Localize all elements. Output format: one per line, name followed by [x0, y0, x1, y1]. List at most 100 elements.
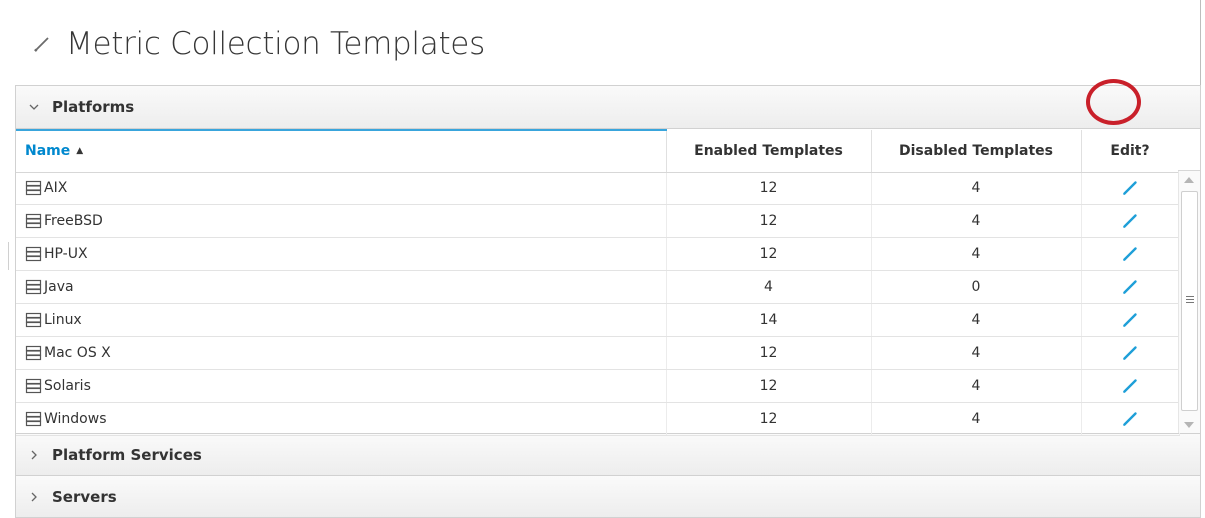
- platform-name[interactable]: Solaris: [44, 378, 91, 394]
- name-cell: AIX: [16, 172, 667, 206]
- left-edge-divider: [8, 242, 9, 270]
- disabled-templates-cell: 4: [871, 237, 1082, 272]
- accordion-panel: Platforms Name ▲ Enabled Templates Disab…: [15, 85, 1201, 518]
- platform-name[interactable]: FreeBSD: [44, 213, 103, 229]
- edit-cell: [1081, 270, 1180, 305]
- scrollbar-thumb[interactable]: [1181, 191, 1198, 411]
- table-header-row: Name ▲ Enabled Templates Disabled Templat…: [16, 129, 1180, 173]
- table-row[interactable]: Linux 14 4: [16, 303, 1180, 337]
- disabled-templates-cell: 4: [871, 172, 1082, 206]
- section-header-platforms[interactable]: Platforms: [16, 86, 1200, 129]
- name-wrap: Linux: [25, 312, 666, 328]
- name-wrap: Java: [25, 279, 666, 295]
- table-row[interactable]: HP-UX 12 4: [16, 237, 1180, 272]
- grip-icon: [1186, 296, 1194, 303]
- enabled-templates-cell: 12: [666, 402, 872, 436]
- server-icon: [25, 280, 42, 295]
- server-icon: [25, 345, 42, 360]
- server-icon: [25, 411, 42, 426]
- name-wrap: Solaris: [25, 378, 666, 394]
- server-icon: [25, 247, 42, 262]
- column-header-enabled[interactable]: Enabled Templates: [666, 130, 872, 173]
- page-header: Metric Collection Templates: [32, 20, 485, 68]
- name-cell: Solaris: [16, 369, 667, 403]
- platform-name[interactable]: HP-UX: [44, 246, 88, 262]
- column-header-name-label: Name: [25, 143, 71, 160]
- name-cell: Java: [16, 270, 667, 305]
- scroll-up-arrow-icon[interactable]: [1184, 177, 1194, 183]
- sort-ascending-icon: ▲: [76, 146, 84, 157]
- edit-cell: [1081, 204, 1180, 239]
- platforms-grid: Name ▲ Enabled Templates Disabled Templat…: [16, 129, 1200, 436]
- page: Metric Collection Templates Platforms Na…: [0, 0, 1205, 518]
- table-row[interactable]: Mac OS X 12 4: [16, 336, 1180, 370]
- table-row[interactable]: Solaris 12 4: [16, 369, 1180, 403]
- scrollbar-header-corner: [1178, 129, 1200, 171]
- name-wrap: AIX: [25, 180, 666, 196]
- pencil-icon[interactable]: [1121, 344, 1139, 362]
- name-wrap: FreeBSD: [25, 213, 666, 229]
- platform-name[interactable]: Windows: [44, 411, 107, 427]
- pencil-icon[interactable]: [1121, 377, 1139, 395]
- name-wrap: Windows: [25, 411, 666, 427]
- pencil-icon[interactable]: [1121, 410, 1139, 428]
- edit-cell: [1081, 369, 1180, 403]
- section-label-platform-services: Platform Services: [52, 445, 202, 464]
- chevron-right-icon: [31, 450, 37, 459]
- column-header-name[interactable]: Name ▲: [16, 129, 667, 173]
- page-title: Metric Collection Templates: [66, 26, 485, 62]
- column-header-edit[interactable]: Edit?: [1081, 130, 1180, 173]
- enabled-templates-cell: 12: [666, 336, 872, 370]
- disabled-templates-cell: 4: [871, 303, 1082, 337]
- edit-cell: [1081, 336, 1180, 370]
- chevron-right-icon: [31, 492, 37, 501]
- pencil-icon[interactable]: [1121, 179, 1139, 197]
- section-header-servers[interactable]: Servers: [16, 476, 1200, 518]
- name-cell: HP-UX: [16, 237, 667, 272]
- table-row[interactable]: Windows 12 4: [16, 402, 1180, 436]
- pencil-icon: [34, 37, 49, 52]
- name-cell: FreeBSD: [16, 204, 667, 239]
- enabled-templates-cell: 12: [666, 369, 872, 403]
- server-icon: [25, 378, 42, 393]
- name-cell: Linux: [16, 303, 667, 337]
- enabled-templates-cell: 12: [666, 237, 872, 272]
- enabled-templates-cell: 4: [666, 270, 872, 305]
- section-header-platform-services[interactable]: Platform Services: [16, 434, 1200, 476]
- enabled-templates-cell: 14: [666, 303, 872, 337]
- name-cell: Mac OS X: [16, 336, 667, 370]
- disabled-templates-cell: 4: [871, 402, 1082, 436]
- edit-cell: [1081, 303, 1180, 337]
- table-row[interactable]: Java 4 0: [16, 270, 1180, 305]
- chevron-down-icon: [29, 104, 39, 110]
- edit-cell: [1081, 237, 1180, 272]
- disabled-templates-cell: 0: [871, 270, 1082, 305]
- platform-name[interactable]: Java: [44, 279, 74, 295]
- name-cell: Windows: [16, 402, 667, 436]
- edit-cell: [1081, 402, 1180, 436]
- server-icon: [25, 181, 42, 196]
- pencil-icon[interactable]: [1121, 212, 1139, 230]
- disabled-templates-cell: 4: [871, 204, 1082, 239]
- vertical-scrollbar[interactable]: [1178, 171, 1200, 433]
- edit-cell: [1081, 172, 1180, 206]
- enabled-templates-cell: 12: [666, 204, 872, 239]
- enabled-templates-cell: 12: [666, 172, 872, 206]
- table-row[interactable]: FreeBSD 12 4: [16, 204, 1180, 239]
- pencil-icon[interactable]: [1121, 245, 1139, 263]
- section-label-platforms: Platforms: [52, 98, 135, 116]
- section-label-servers: Servers: [52, 487, 117, 506]
- table-row[interactable]: AIX 12 4: [16, 172, 1180, 206]
- pencil-icon[interactable]: [1121, 278, 1139, 296]
- platform-name[interactable]: AIX: [44, 180, 67, 196]
- name-wrap: Mac OS X: [25, 345, 666, 361]
- column-header-disabled[interactable]: Disabled Templates: [871, 130, 1082, 173]
- server-icon: [25, 312, 42, 328]
- disabled-templates-cell: 4: [871, 369, 1082, 403]
- pencil-icon[interactable]: [1121, 311, 1139, 329]
- scroll-down-arrow-icon[interactable]: [1184, 422, 1194, 428]
- platform-name[interactable]: Mac OS X: [44, 345, 111, 361]
- platform-name[interactable]: Linux: [44, 312, 82, 328]
- disabled-templates-cell: 4: [871, 336, 1082, 370]
- name-wrap: HP-UX: [25, 246, 666, 262]
